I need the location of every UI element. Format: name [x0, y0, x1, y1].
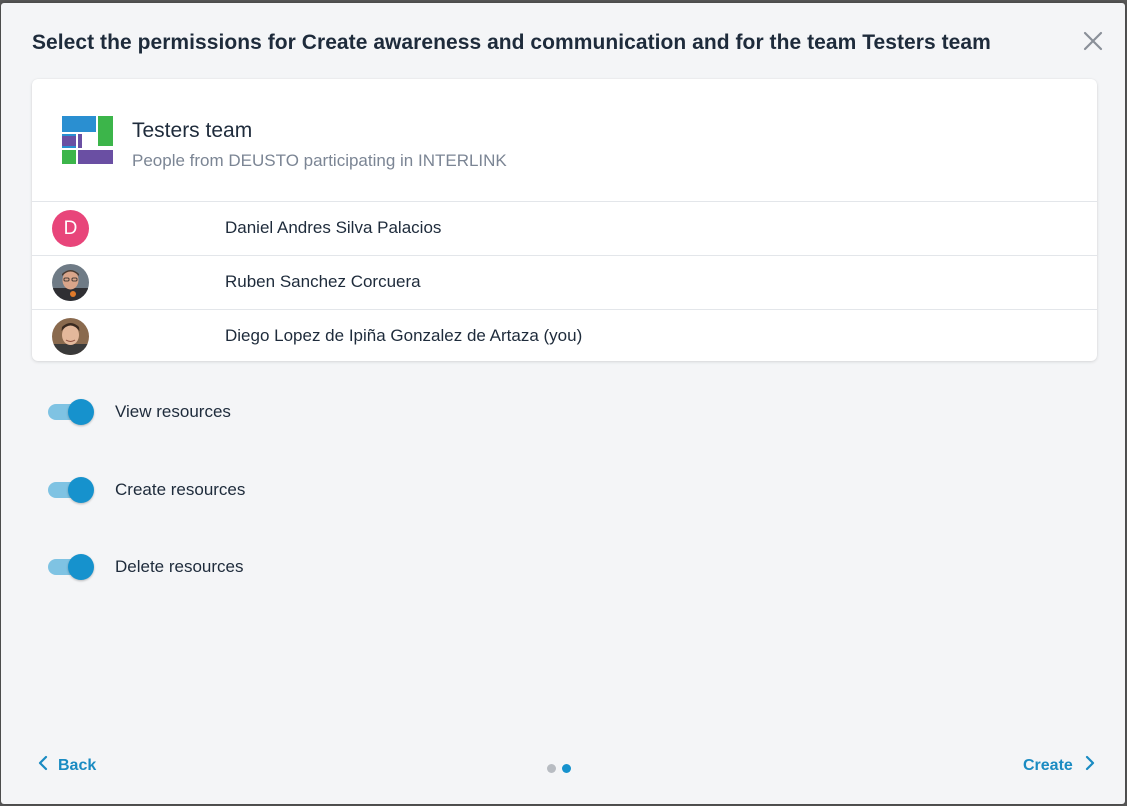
member-name: Daniel Andres Silva Palacios: [225, 218, 442, 237]
member-row: Ruben Sanchez Corcuera: [32, 256, 1097, 310]
team-header: Testers team People from DEUSTO particip…: [32, 79, 1097, 202]
chevron-left-icon: [38, 755, 48, 776]
member-name: Ruben Sanchez Corcuera: [225, 272, 421, 291]
close-icon[interactable]: [1079, 27, 1107, 55]
permission-label: View resources: [115, 402, 231, 421]
member-name: Diego Lopez de Ipiña Gonzalez de Artaza …: [225, 326, 583, 345]
back-label: Back: [58, 756, 97, 774]
back-button[interactable]: Back: [38, 755, 96, 776]
member-row: D Daniel Andres Silva Palacios: [32, 202, 1097, 256]
avatar: [52, 264, 89, 301]
create-label: Create: [1023, 756, 1073, 774]
step-dot-2: [562, 764, 571, 773]
avatar: D: [52, 210, 89, 247]
permission-row: View resources: [47, 397, 447, 427]
member-row: Diego Lopez de Ipiña Gonzalez de Artaza …: [32, 310, 1097, 363]
toggle-create-resources[interactable]: [47, 475, 95, 505]
toggle-delete-resources[interactable]: [47, 552, 95, 582]
permissions-dialog: Select the permissions for Create awaren…: [1, 3, 1125, 804]
team-description: People from DEUSTO participating in INTE…: [132, 151, 507, 170]
team-logo-icon: [62, 116, 114, 173]
step-indicator: [547, 760, 577, 778]
permission-label: Delete resources: [115, 557, 244, 576]
team-name: Testers team: [132, 119, 253, 142]
dialog-title: Select the permissions for Create awaren…: [32, 31, 991, 54]
permission-row: Delete resources: [47, 552, 447, 582]
team-card: Testers team People from DEUSTO particip…: [32, 79, 1097, 361]
toggle-view-resources[interactable]: [47, 397, 95, 427]
avatar: [52, 318, 89, 355]
permission-label: Create resources: [115, 480, 246, 499]
create-button[interactable]: Create: [1023, 755, 1095, 776]
chevron-right-icon: [1085, 755, 1095, 776]
step-dot-1: [547, 764, 556, 773]
permission-row: Create resources: [47, 475, 447, 505]
